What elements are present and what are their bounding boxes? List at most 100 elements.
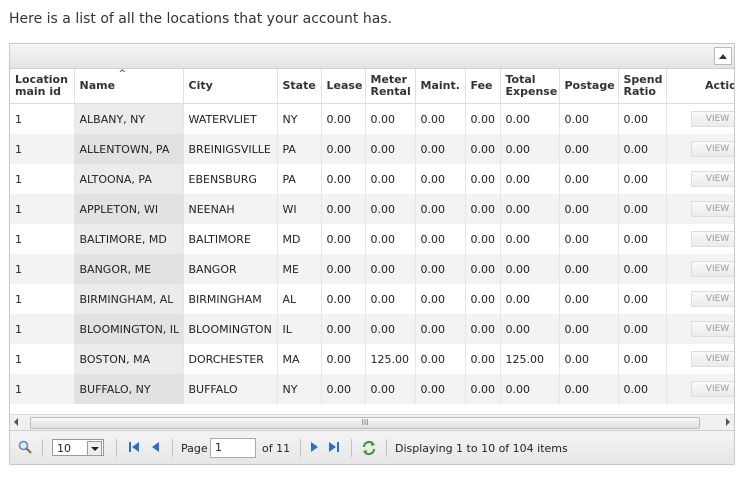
table-row[interactable]: 1 BIRMINGHAM, AL BIRMINGHAM AL 0.00 0.00 0.00 0…: [10, 284, 734, 314]
view-button[interactable]: VIEW: [690, 231, 734, 247]
col-maint[interactable]: Maint.: [415, 69, 466, 104]
cell-id: 1: [10, 254, 75, 284]
table-row[interactable]: 1 BOSTON, MA DORCHESTER MA 0.00 125.00 0.00 0.0…: [10, 344, 734, 374]
chevron-down-icon[interactable]: [87, 441, 102, 456]
view-button[interactable]: VIEW: [690, 171, 734, 187]
cell-state: MD: [277, 224, 322, 254]
horizontal-scrollbar[interactable]: III: [10, 414, 734, 430]
first-page-icon[interactable]: [128, 441, 140, 453]
cell-id: 1: [10, 344, 75, 374]
scroll-right-icon[interactable]: [726, 418, 730, 426]
cell-ratio: 0.00: [618, 194, 667, 224]
cell-postage: 0.00: [559, 103, 619, 134]
cell-meter: 0.00: [365, 374, 416, 404]
col-state[interactable]: State: [277, 69, 322, 104]
cell-state: IL: [277, 314, 322, 344]
cell-state: AL: [277, 284, 322, 314]
cell-lease: 0.00: [321, 314, 366, 344]
pager-separator: [300, 439, 301, 457]
cell-id: 1: [10, 374, 75, 404]
cell-total: 0.00: [500, 164, 560, 194]
cell-meter: 125.00: [365, 344, 416, 374]
cell-total: 0.00: [500, 284, 560, 314]
cell-lease: 0.00: [321, 194, 366, 224]
view-button[interactable]: VIEW: [690, 261, 734, 277]
locations-grid: Location main id ^ Name City State Lease …: [9, 43, 735, 465]
view-button[interactable]: VIEW: [690, 201, 734, 217]
col-city[interactable]: City: [183, 69, 278, 104]
cell-total: 0.00: [500, 314, 560, 344]
last-page-icon[interactable]: [328, 441, 340, 453]
cell-action: VIEW: [666, 194, 734, 224]
view-button[interactable]: VIEW: [690, 141, 734, 157]
table-row[interactable]: 1 APPLETON, WI NEENAH WI 0.00 0.00 0.00 0.00 0.0…: [10, 194, 734, 224]
view-button[interactable]: VIEW: [690, 381, 734, 397]
cell-fee: 0.00: [465, 224, 501, 254]
page-number-input[interactable]: 1: [210, 438, 256, 458]
cell-action: VIEW: [666, 254, 734, 284]
cell-state: NY: [277, 374, 322, 404]
col-lease[interactable]: Lease: [321, 69, 366, 104]
table-row[interactable]: 1 BALTIMORE, MD BALTIMORE MD 0.00 0.00 0.00 0.0…: [10, 224, 734, 254]
cell-postage: 0.00: [559, 194, 619, 224]
cell-city: NEENAH: [183, 194, 278, 224]
pager-bar: 10 Page 1 of 11 Displaying 1 to 10 of 10…: [10, 430, 734, 464]
view-button[interactable]: VIEW: [690, 351, 734, 367]
cell-name: BUFFALO, NY: [74, 374, 184, 404]
cell-lease: 0.00: [321, 254, 366, 284]
view-button[interactable]: VIEW: [690, 291, 734, 307]
refresh-icon[interactable]: [361, 440, 377, 456]
intro-text: Here is a list of all the locations that…: [9, 11, 393, 27]
cell-meter: 0.00: [365, 103, 416, 134]
prev-page-icon[interactable]: [150, 441, 162, 453]
cell-postage: 0.00: [559, 284, 619, 314]
table-row[interactable]: 1 BUFFALO, NY BUFFALO NY 0.00 0.00 0.00 0.00 0.0…: [10, 374, 734, 404]
page-size-select[interactable]: 10: [52, 439, 104, 456]
table-row[interactable]: 1 ALBANY, NY WATERVLIET NY 0.00 0.00 0.00 0.00 0…: [10, 103, 734, 134]
cell-meter: 0.00: [365, 224, 416, 254]
col-postage[interactable]: Postage: [559, 69, 619, 104]
cell-action: VIEW: [666, 284, 734, 314]
cell-total: 0.00: [500, 134, 560, 164]
view-button[interactable]: VIEW: [690, 321, 734, 337]
cell-postage: 0.00: [559, 374, 619, 404]
view-button[interactable]: VIEW: [690, 111, 734, 127]
cell-fee: 0.00: [465, 103, 501, 134]
cell-lease: 0.00: [321, 374, 366, 404]
col-meter-rental[interactable]: Meter Rental: [365, 69, 416, 104]
scroll-left-icon[interactable]: [14, 418, 18, 426]
col-location-main-id[interactable]: Location main id: [10, 69, 75, 104]
col-fee[interactable]: Fee: [465, 69, 501, 104]
col-spend-ratio[interactable]: Spend Ratio: [618, 69, 667, 104]
cell-city: BIRMINGHAM: [183, 284, 278, 314]
col-action[interactable]: Action: [666, 69, 734, 104]
cell-id: 1: [10, 134, 75, 164]
table-row[interactable]: 1 ALLENTOWN, PA BREINIGSVILLE PA 0.00 0.00 0.0…: [10, 134, 734, 164]
next-page-icon[interactable]: [308, 441, 320, 453]
cell-action: VIEW: [666, 314, 734, 344]
col-name[interactable]: ^ Name: [74, 69, 184, 104]
collapse-button[interactable]: [714, 47, 732, 65]
cell-state: NY: [277, 103, 322, 134]
cell-fee: 0.00: [465, 314, 501, 344]
cell-maint: 0.00: [415, 314, 466, 344]
table-row[interactable]: 1 BLOOMINGTON, IL BLOOMINGTON IL 0.00 0.00 0.0…: [10, 314, 734, 344]
table-row[interactable]: 1 BANGOR, ME BANGOR ME 0.00 0.00 0.00 0.00 0.00 0…: [10, 254, 734, 284]
cell-state: WI: [277, 194, 322, 224]
cell-meter: 0.00: [365, 284, 416, 314]
cell-lease: 0.00: [321, 103, 366, 134]
cell-ratio: 0.00: [618, 254, 667, 284]
search-icon[interactable]: [18, 440, 32, 454]
scroll-grip-label: III: [361, 418, 369, 427]
cell-total: 0.00: [500, 103, 560, 134]
cell-fee: 0.00: [465, 374, 501, 404]
cell-maint: 0.00: [415, 134, 466, 164]
cell-ratio: 0.00: [618, 103, 667, 134]
table-row[interactable]: 1 ALTOONA, PA EBENSBURG PA 0.00 0.00 0.00 0.00 0…: [10, 164, 734, 194]
table-body: 1 ALBANY, NY WATERVLIET NY 0.00 0.00 0.00 0.00 0…: [10, 103, 734, 404]
col-total-expense[interactable]: Total Expense: [500, 69, 560, 104]
scroll-thumb[interactable]: III: [30, 417, 700, 429]
cell-ratio: 0.00: [618, 344, 667, 374]
cell-city: BUFFALO: [183, 374, 278, 404]
cell-name: BLOOMINGTON, IL: [74, 314, 184, 344]
